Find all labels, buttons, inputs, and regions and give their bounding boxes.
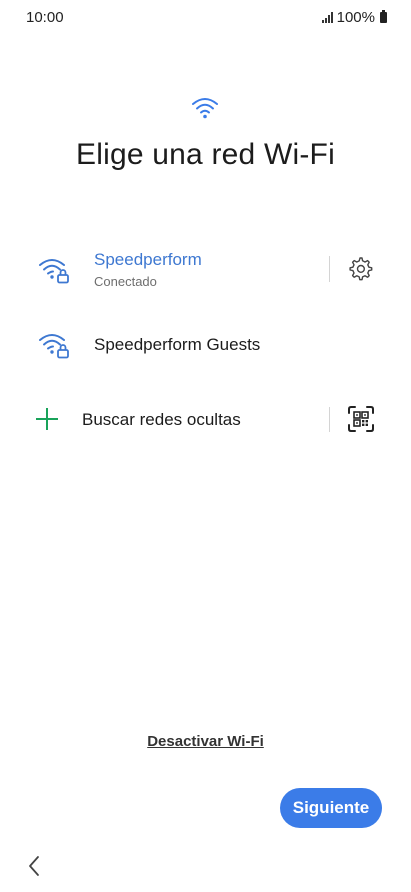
battery-percent: 100% xyxy=(336,8,375,26)
status-bar: 10:00 100% xyxy=(0,0,411,34)
battery-icon xyxy=(380,9,387,23)
disable-wifi-link[interactable]: Desactivar Wi-Fi xyxy=(0,733,411,750)
hidden-networks-label: Buscar redes ocultas xyxy=(82,410,241,429)
page-title: Elige una red Wi-Fi xyxy=(76,138,335,171)
network-status: Conectado xyxy=(94,274,157,289)
qr-scan-icon[interactable] xyxy=(347,405,375,433)
network-name: Speedperform xyxy=(94,250,202,269)
wifi-lock-icon xyxy=(39,334,69,359)
status-time: 10:00 xyxy=(26,8,64,26)
status-indicators: 100% xyxy=(321,8,387,26)
network-name: Speedperform Guests xyxy=(94,335,261,354)
divider xyxy=(329,407,330,432)
divider xyxy=(329,256,330,282)
network-text: Speedperform Guests xyxy=(94,335,260,355)
back-icon[interactable] xyxy=(26,854,42,878)
wifi-setup-screen: 10:00 100% Elige una red Wi-Fi Speedperf… xyxy=(0,0,411,892)
next-button[interactable]: Siguiente xyxy=(280,788,382,828)
plus-icon xyxy=(36,408,58,430)
wifi-lock-icon xyxy=(39,259,69,284)
signal-icon xyxy=(321,11,333,23)
network-text: Speedperform Conectado xyxy=(94,250,202,289)
gear-icon[interactable] xyxy=(348,256,374,282)
wifi-icon xyxy=(192,98,218,119)
